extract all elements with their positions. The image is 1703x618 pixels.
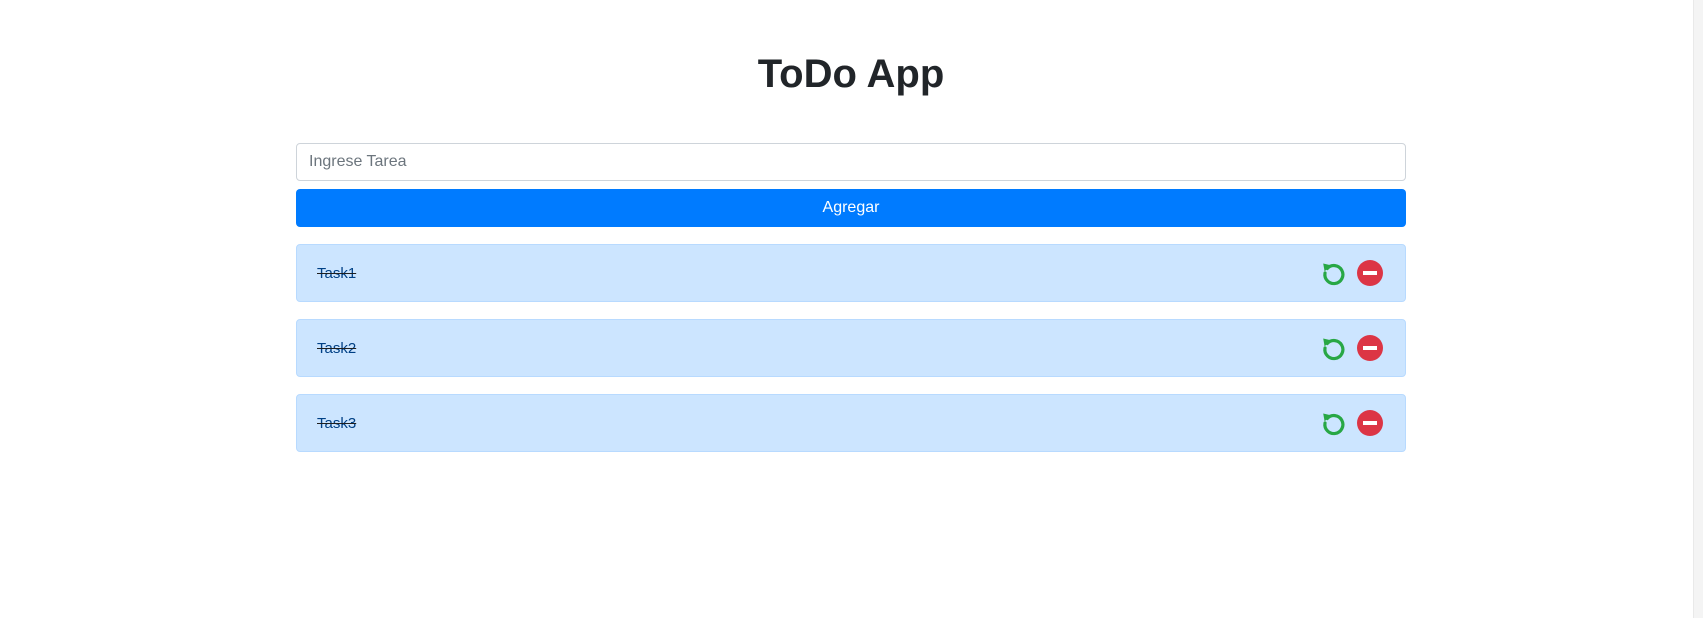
scrollbar-track[interactable] <box>1693 0 1703 618</box>
task-label: Task3 <box>317 414 357 432</box>
minus-circle-icon[interactable] <box>1355 258 1385 288</box>
minus-circle-icon[interactable] <box>1355 408 1385 438</box>
undo-icon[interactable] <box>1319 408 1349 438</box>
task-actions <box>1319 408 1385 438</box>
task-item: Task2 <box>296 319 1406 377</box>
task-label: Task1 <box>317 264 357 282</box>
task-label: Task2 <box>317 339 357 357</box>
page-title: ToDo App <box>757 52 945 96</box>
task-actions <box>1319 258 1385 288</box>
task-actions <box>1319 333 1385 363</box>
undo-icon[interactable] <box>1319 333 1349 363</box>
task-item: Task3 <box>296 394 1406 452</box>
undo-icon[interactable] <box>1319 258 1349 288</box>
task-input[interactable] <box>296 143 1406 181</box>
minus-circle-icon[interactable] <box>1355 333 1385 363</box>
task-item: Task1 <box>296 244 1406 302</box>
task-list: Task1 Task2 Task3 <box>296 244 1406 452</box>
add-task-button[interactable]: Agregar <box>296 189 1406 227</box>
todo-container: ToDo App Agregar Task1 <box>296 0 1406 469</box>
page: ToDo App Agregar Task1 <box>0 0 1703 618</box>
